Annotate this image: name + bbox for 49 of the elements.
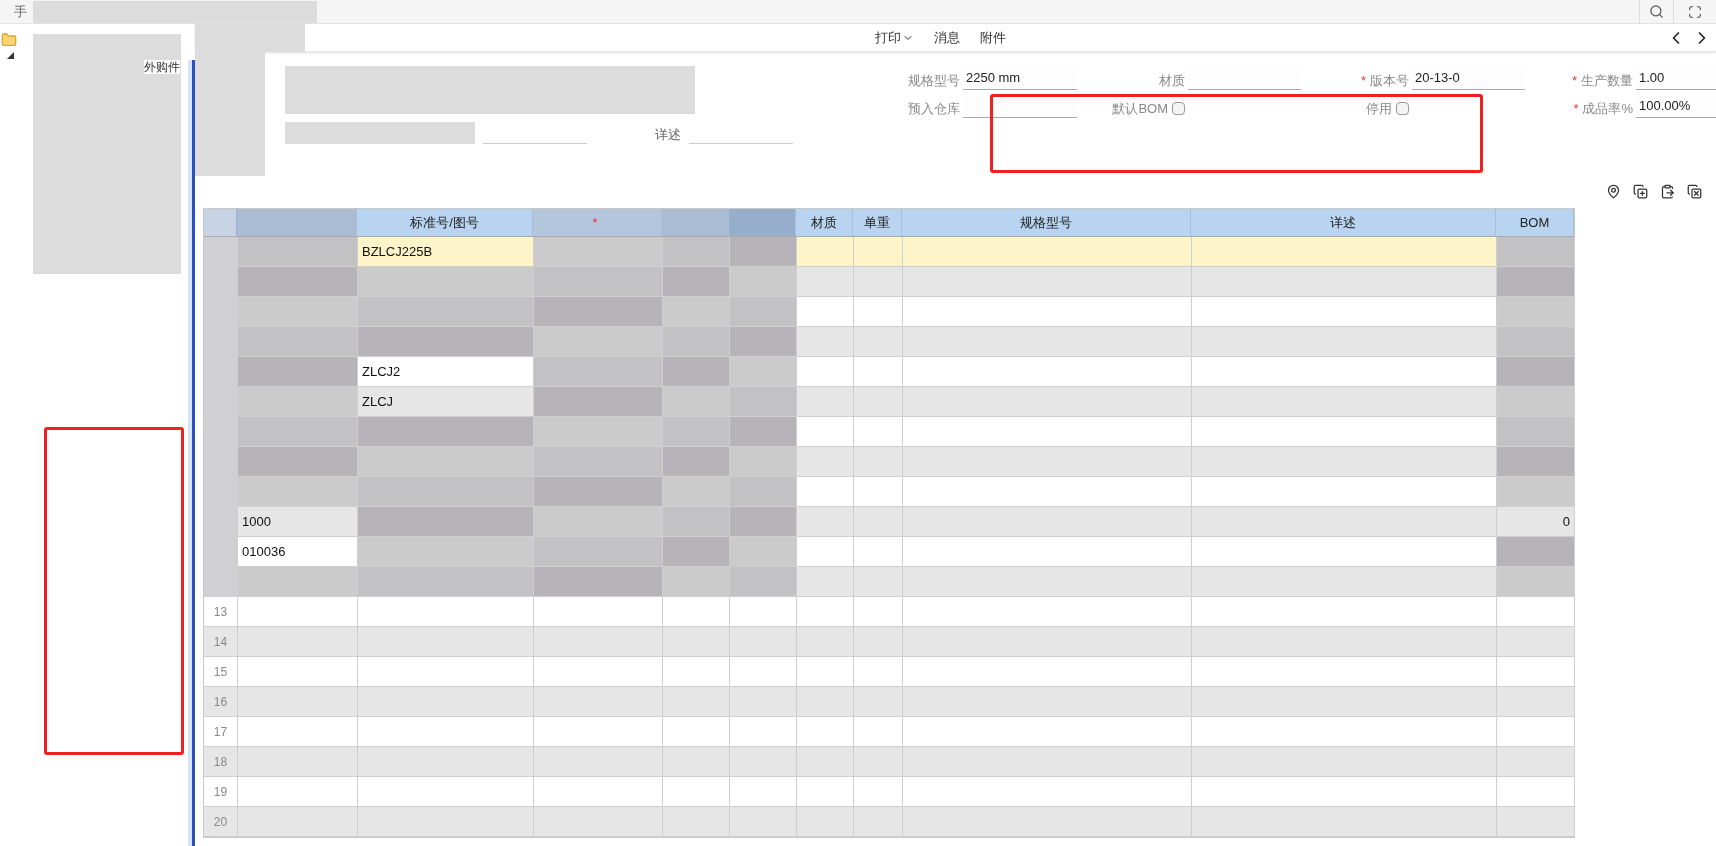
row-number: 19 xyxy=(204,777,238,806)
fullscreen-icon[interactable] xyxy=(1688,4,1702,19)
table-row[interactable]: 15 xyxy=(204,657,1574,687)
field-label: * 版本号 xyxy=(1360,71,1409,90)
field-label: 默认BOM xyxy=(1112,99,1168,118)
field-label: 规格型号 xyxy=(908,71,960,90)
search-icon[interactable] xyxy=(1649,4,1664,19)
tree-item[interactable]: 外购件 xyxy=(144,60,181,74)
row-number: 18 xyxy=(204,747,238,776)
tab-label[interactable]: 手 xyxy=(14,1,33,22)
row-number: 14 xyxy=(204,627,238,656)
row-number: 13 xyxy=(204,597,238,626)
clipboard-icon[interactable] xyxy=(1660,183,1675,199)
folder-icon xyxy=(0,32,18,48)
row-number: 16 xyxy=(204,687,238,716)
row-number: 17 xyxy=(204,717,238,746)
table-header: 详述 xyxy=(1191,209,1496,236)
table-header: * xyxy=(533,209,662,236)
table-cell: 0 xyxy=(1497,507,1575,536)
table-header: 材质 xyxy=(796,209,853,236)
field-label: 材质 xyxy=(1159,71,1185,90)
table-header: BOM xyxy=(1496,209,1574,236)
table-row[interactable]: 19 xyxy=(204,777,1574,807)
splitter-bar[interactable] xyxy=(188,60,195,846)
table-row[interactable]: 010036 xyxy=(204,537,1574,567)
table-row[interactable]: BZLCJ225B xyxy=(204,237,1574,267)
location-pin-icon[interactable] xyxy=(1606,183,1621,199)
field-label: 详述 xyxy=(655,125,681,144)
row-number: 20 xyxy=(204,807,238,836)
toolbar-button[interactable]: 消息 xyxy=(934,27,960,48)
table-header: 规格型号 xyxy=(902,209,1191,236)
table-row[interactable]: ZLCJ xyxy=(204,387,1574,417)
field-label: 停用 xyxy=(1366,99,1392,118)
table-row[interactable]: 13 xyxy=(204,597,1574,627)
field-label: * 成品率% xyxy=(1573,99,1633,118)
table-row[interactable]: 1000 0 xyxy=(204,507,1574,537)
add-copy-icon[interactable] xyxy=(1633,183,1648,199)
checkbox[interactable] xyxy=(1396,101,1409,115)
toolbar-button[interactable]: 附件 xyxy=(980,27,1006,48)
row-number: 15 xyxy=(204,657,238,686)
remove-copy-icon[interactable] xyxy=(1687,183,1702,199)
toolbar-button[interactable]: 打印 xyxy=(875,27,914,48)
field-label: 预入仓库 xyxy=(908,99,960,118)
table-row[interactable]: ZLCJ2 xyxy=(204,357,1574,387)
expand-arrow-icon[interactable] xyxy=(7,52,14,59)
checkbox[interactable] xyxy=(1172,101,1185,115)
table-header: 单重 xyxy=(853,209,902,236)
table-row[interactable]: 17 xyxy=(204,717,1574,747)
field-label: * 生产数量 xyxy=(1571,71,1633,90)
